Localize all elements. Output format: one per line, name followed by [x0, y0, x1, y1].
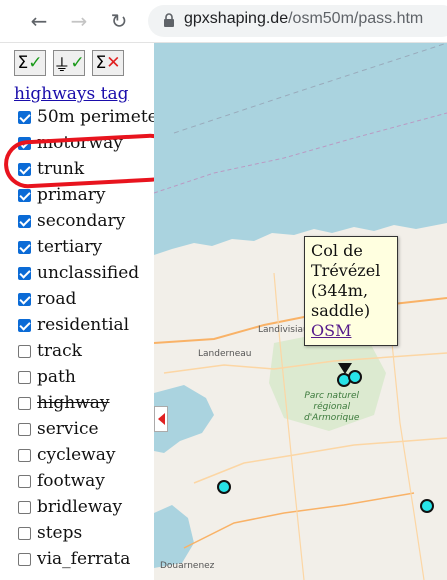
filter-row[interactable]: via_ferrata — [18, 548, 130, 570]
filter-row[interactable]: path — [18, 366, 76, 388]
map-view[interactable]: Landivisiau Landerneau Parc naturel régi… — [154, 43, 447, 580]
select-default-button[interactable]: ⏚ ✓ — [53, 50, 85, 76]
filter-checkbox[interactable] — [18, 370, 31, 384]
filter-row[interactable]: unclassified — [18, 262, 139, 284]
filter-row[interactable]: bridleway — [18, 496, 122, 518]
park-label-line1: Parc naturel — [304, 391, 360, 401]
filter-row[interactable]: residential — [18, 314, 129, 336]
filter-label: residential — [37, 315, 130, 335]
filter-checkbox[interactable] — [18, 188, 31, 202]
filter-row[interactable]: secondary — [18, 210, 125, 232]
popup-line2: Trévézel — [311, 261, 381, 280]
deselect-all-button[interactable]: Σ ✕ — [92, 50, 124, 76]
filter-row[interactable]: steps — [18, 522, 82, 544]
park-label-line3: d'Armorique — [304, 413, 360, 423]
filter-label: 50m perimeter — [37, 107, 166, 127]
map-label-park: Parc naturel régional d'Armorique — [304, 391, 359, 424]
filter-checkbox[interactable] — [18, 422, 31, 436]
filter-label: cycleway — [37, 445, 116, 465]
map-label-landerneau: Landerneau — [198, 349, 252, 359]
popup-line3: (344m, — [311, 281, 369, 300]
filter-label: track — [37, 341, 82, 361]
map-label-douarnenez: Douarnenez — [160, 561, 215, 571]
filter-label: primary — [37, 185, 106, 205]
filter-label: unclassified — [37, 263, 140, 283]
filter-row[interactable]: highway — [18, 392, 110, 414]
ground-symbol: ⏚ — [53, 55, 71, 76]
popup-osm-link[interactable]: OSM — [311, 321, 351, 340]
park-label-line2: régional — [313, 402, 351, 412]
filter-label: via_ferrata — [37, 549, 131, 569]
filter-row[interactable]: track — [18, 340, 82, 362]
filter-row[interactable]: service — [18, 418, 99, 440]
pass-popup: Col de Trévézel (344m, saddle) OSM — [304, 236, 398, 346]
annotation-highlight — [2, 132, 176, 190]
filter-checkbox[interactable] — [18, 500, 31, 514]
map-tiles — [154, 43, 447, 580]
filter-checkbox[interactable] — [18, 266, 31, 280]
filter-label: road — [37, 289, 77, 309]
check-icon: ✓ — [70, 53, 85, 73]
pass-marker[interactable] — [348, 370, 362, 384]
popup-line4: saddle) — [311, 301, 371, 320]
cross-icon: ✕ — [106, 53, 121, 73]
pass-marker[interactable] — [217, 480, 231, 494]
filter-checkbox[interactable] — [18, 396, 31, 410]
filter-label: service — [37, 419, 99, 439]
filter-label: tertiary — [37, 237, 103, 257]
sigma-symbol: Σ — [17, 53, 29, 73]
filter-label: path — [37, 367, 76, 387]
filter-label: bridleway — [37, 497, 123, 517]
filter-checkbox[interactable] — [18, 292, 31, 306]
popup-line1: Col de — [311, 241, 363, 260]
filter-checkbox[interactable] — [18, 448, 31, 462]
filter-row[interactable]: footway — [18, 470, 105, 492]
lock-icon — [164, 13, 174, 27]
url-text[interactable]: gpxshaping.de/osm50m/pass.htm — [184, 10, 423, 28]
filter-checkbox[interactable] — [18, 110, 31, 124]
highways-tag-link[interactable]: highways tag — [14, 84, 128, 104]
check-icon: ✓ — [28, 53, 43, 73]
url-path: /osm50m/pass.htm — [288, 10, 424, 27]
filter-checkbox[interactable] — [18, 214, 31, 228]
filter-label: steps — [37, 523, 83, 543]
filter-row[interactable]: tertiary — [18, 236, 102, 258]
filter-checkbox[interactable] — [18, 552, 31, 566]
forward-arrow-icon[interactable]: → — [66, 8, 92, 34]
reload-icon[interactable]: ↻ — [106, 8, 132, 34]
pass-marker[interactable] — [420, 499, 434, 513]
filter-row[interactable]: 50m perimeter — [18, 106, 166, 128]
select-all-button[interactable]: Σ ✓ — [14, 50, 46, 76]
browser-toolbar: ← → ↻ gpxshaping.de/osm50m/pass.htm — [0, 0, 447, 43]
map-label-landivisiau: Landivisiau — [258, 325, 309, 335]
filter-panel: Σ ✓ ⏚ ✓ Σ ✕ highways tag 50m perimeter motor… — [0, 43, 176, 580]
filter-label: highway — [37, 393, 110, 413]
filter-label: secondary — [37, 211, 126, 231]
filter-checkbox[interactable] — [18, 318, 31, 332]
filter-row[interactable]: road — [18, 288, 76, 310]
filter-checkbox[interactable] — [18, 474, 31, 488]
filter-checkbox[interactable] — [18, 344, 31, 358]
filter-checkbox[interactable] — [18, 240, 31, 254]
filter-checkbox[interactable] — [18, 526, 31, 540]
sigma-symbol: Σ — [95, 53, 107, 73]
back-arrow-icon[interactable]: ← — [26, 8, 52, 34]
filter-label: footway — [37, 471, 105, 491]
filter-row[interactable]: cycleway — [18, 444, 115, 466]
url-host: gpxshaping.de — [184, 10, 289, 27]
collapse-panel-button[interactable] — [154, 406, 168, 432]
